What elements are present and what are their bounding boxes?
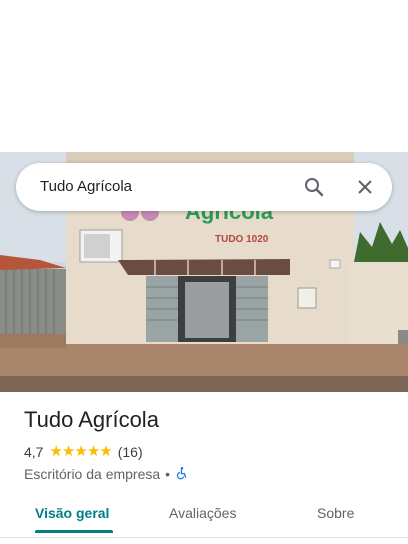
star-rating: ★ ★ ★ ★ ★ <box>49 443 112 461</box>
star-icon: ★ <box>86 443 100 460</box>
half-star-icon: ★ <box>99 443 112 460</box>
separator: • <box>165 466 171 482</box>
category-row: Escritório da empresa • <box>24 465 189 483</box>
star-icon: ★ <box>49 443 62 460</box>
star-icon: ★ <box>61 443 75 460</box>
search-bar[interactable]: Tudo Agrícola <box>16 163 392 211</box>
tab-overview[interactable]: Visão geral <box>35 496 109 532</box>
rating-row[interactable]: 4,7 ★ ★ ★ ★ ★ (16) <box>24 443 143 461</box>
active-tab-indicator <box>35 530 113 533</box>
tab-reviews[interactable]: Avaliações <box>169 496 236 532</box>
tab-about[interactable]: Sobre <box>317 496 354 532</box>
review-count[interactable]: (16) <box>118 444 143 460</box>
close-icon[interactable] <box>353 175 377 199</box>
rating-value: 4,7 <box>24 444 44 460</box>
place-category: Escritório da empresa <box>24 466 161 482</box>
sign-subtext: TUDO 1020 <box>215 234 269 245</box>
place-tabs: Visão geral Avaliações Sobre <box>0 496 408 536</box>
star-icon: ★ <box>74 443 87 460</box>
wheelchair-accessible-icon[interactable] <box>175 466 189 483</box>
tabs-divider <box>0 537 408 538</box>
search-input[interactable]: Tudo Agrícola <box>40 163 132 211</box>
place-title: Tudo Agrícola <box>24 407 159 432</box>
search-icon[interactable] <box>302 175 326 199</box>
